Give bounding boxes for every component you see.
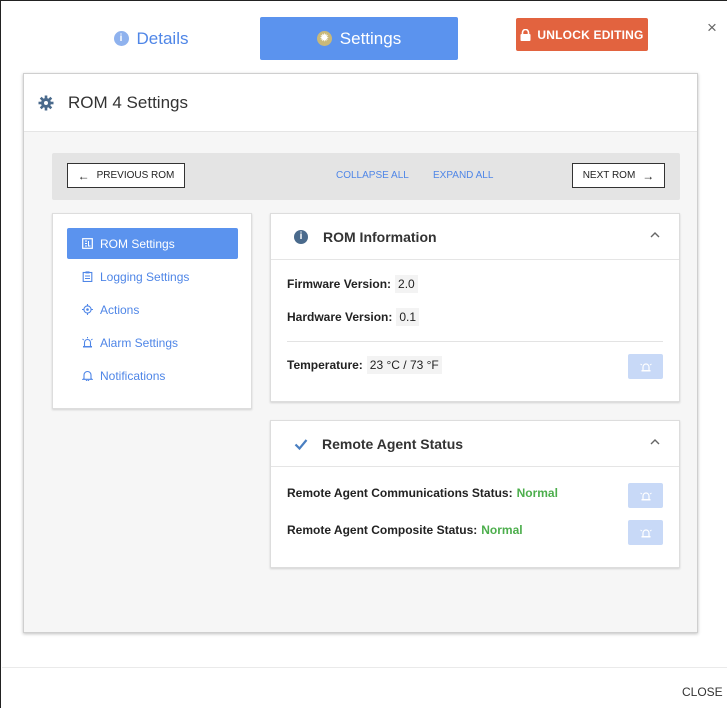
sidebar-item-label: Alarm Settings — [100, 335, 179, 350]
siren-icon — [639, 528, 652, 537]
rom-information-title: ROM Information — [323, 228, 437, 245]
target-icon — [82, 304, 93, 315]
remote-agent-status-header[interactable]: Remote Agent Status — [271, 421, 679, 467]
footer-divider — [2, 667, 727, 668]
panel-body: ← PREVIOUS ROM COLLAPSE ALL EXPAND ALL N… — [24, 132, 697, 632]
check-icon — [294, 438, 308, 450]
firmware-version-value: 2.0 — [395, 275, 418, 293]
settings-side-menu: ROM Settings Logging Settings Actions Al… — [52, 213, 252, 409]
siren-icon — [82, 337, 93, 348]
unlock-editing-label: UNLOCK EDITING — [537, 27, 644, 42]
comm-status-value: Normal — [516, 486, 558, 500]
sidebar-item-label: ROM Settings — [100, 236, 175, 251]
sidebar-item-label: Logging Settings — [100, 269, 190, 284]
lock-icon — [520, 28, 531, 41]
page-title: ROM 4 Settings — [68, 92, 188, 112]
settings-panel: ROM 4 Settings ← PREVIOUS ROM COLLAPSE A… — [23, 73, 698, 633]
gear-icon: ✹ — [316, 31, 332, 46]
sidebar-item-actions[interactable]: Actions — [67, 294, 238, 325]
clipboard-icon — [82, 271, 93, 282]
dialog-frame: i Details ✹ Settings UNLOCK EDITING × RO… — [0, 0, 727, 708]
comm-status-row: Remote Agent Communications Status: Norm… — [287, 486, 558, 500]
gear-icon — [38, 95, 54, 110]
tab-details-label: Details — [136, 28, 189, 48]
info-icon: i — [294, 229, 308, 244]
temperature-alarm-button[interactable] — [628, 354, 663, 379]
chevron-up-icon[interactable] — [649, 229, 661, 241]
unlock-editing-button[interactable]: UNLOCK EDITING — [516, 18, 648, 51]
composite-status-label: Remote Agent Composite Status: — [287, 523, 478, 537]
previous-rom-button[interactable]: ← PREVIOUS ROM — [67, 163, 185, 188]
sidebar-item-rom-settings[interactable]: ROM Settings — [67, 228, 238, 259]
previous-rom-label: PREVIOUS ROM — [96, 170, 175, 181]
info-icon: i — [113, 31, 129, 46]
rom-information-card: i ROM Information Firmware Version: 2.0 … — [270, 213, 680, 402]
expand-all-link[interactable]: EXPAND ALL — [433, 170, 493, 181]
bell-icon — [82, 370, 93, 381]
comm-status-alarm-button[interactable] — [628, 483, 663, 508]
panel-header: ROM 4 Settings — [24, 74, 697, 132]
arrow-left-icon: ← — [77, 168, 90, 183]
sidebar-item-logging-settings[interactable]: Logging Settings — [67, 261, 238, 292]
temperature-value: 23 °C / 73 °F — [366, 356, 442, 374]
close-icon[interactable]: × — [705, 19, 719, 36]
close-button[interactable]: CLOSE — [682, 685, 723, 699]
remote-agent-status-card: Remote Agent Status Remote Agent Communi… — [270, 420, 680, 568]
next-rom-button[interactable]: NEXT ROM → — [572, 163, 665, 188]
temperature-label: Temperature: — [287, 358, 363, 372]
collapse-all-link[interactable]: COLLAPSE ALL — [336, 170, 409, 181]
divider — [287, 341, 663, 342]
siren-icon — [639, 491, 652, 500]
composite-status-value: Normal — [481, 523, 523, 537]
siren-icon — [639, 362, 652, 371]
next-rom-label: NEXT ROM — [582, 170, 636, 181]
rom-information-header[interactable]: i ROM Information — [271, 214, 679, 260]
tab-settings-label: Settings — [339, 28, 402, 48]
composite-status-alarm-button[interactable] — [628, 520, 663, 545]
hardware-version-value: 0.1 — [396, 308, 420, 326]
tab-settings[interactable]: ✹ Settings — [260, 17, 458, 60]
remote-agent-status-title: Remote Agent Status — [322, 435, 464, 452]
comm-status-label: Remote Agent Communications Status: — [287, 486, 513, 500]
sidebar-item-alarm-settings[interactable]: Alarm Settings — [67, 327, 238, 358]
sidebar-item-notifications[interactable]: Notifications — [67, 360, 238, 391]
chevron-up-icon[interactable] — [649, 436, 661, 448]
sidebar-item-label: Actions — [100, 302, 140, 317]
rom-settings-icon — [82, 238, 93, 249]
firmware-version-row: Firmware Version: 2.0 — [287, 275, 418, 293]
hardware-version-label: Hardware Version: — [287, 310, 393, 324]
sidebar-item-label: Notifications — [100, 368, 166, 383]
firmware-version-label: Firmware Version: — [287, 277, 392, 291]
temperature-row: Temperature: 23 °C / 73 °F — [287, 356, 442, 374]
arrow-right-icon: → — [642, 168, 655, 183]
tab-details[interactable]: i Details — [61, 17, 241, 60]
composite-status-row: Remote Agent Composite Status: Normal — [287, 523, 523, 537]
hardware-version-row: Hardware Version: 0.1 — [287, 308, 420, 326]
rom-nav-bar: ← PREVIOUS ROM COLLAPSE ALL EXPAND ALL N… — [52, 153, 680, 200]
